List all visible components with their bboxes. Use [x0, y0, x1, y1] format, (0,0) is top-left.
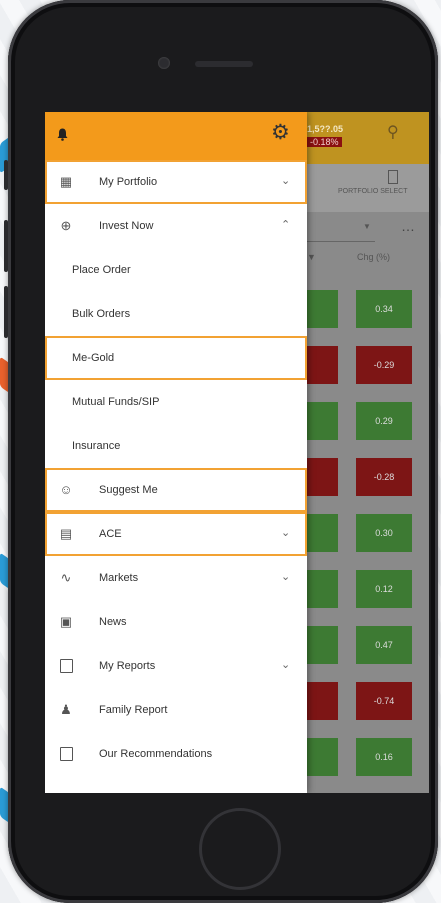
menu-item-news[interactable]: ▣ News [45, 600, 307, 644]
chevron-down-icon: ⌄ [281, 527, 291, 539]
bg-ltp-cell [307, 514, 338, 552]
menu-item-label: My Portfolio [99, 176, 158, 188]
chevron-up-icon: ⌃ [281, 219, 291, 231]
briefcase-icon: ▦ [59, 174, 73, 189]
menu-item-suggest-me[interactable]: ☺ Suggest Me [45, 468, 307, 512]
app-screen: 1,5??.05 -0.18% ⚲ PORTFOLIO SELECT ▼ … ▼… [45, 112, 429, 793]
menu-item-invest-now[interactable]: ⊕ Invest Now ⌃ [45, 204, 307, 248]
menu-item-label: News [99, 616, 127, 628]
menu-item-label: Family Report [99, 704, 168, 716]
earpiece-speaker [195, 61, 253, 67]
newspaper-icon: ▣ [59, 614, 73, 629]
menu-item-label: Me-Gold [72, 352, 115, 364]
gear-icon[interactable]: ⚙ [271, 122, 293, 144]
mute-switch [4, 160, 8, 190]
menu-item-label: Our Recommendations [99, 748, 213, 760]
report-icon [58, 658, 74, 674]
drawer-header: ⚙ [45, 112, 307, 160]
bg-change-cell: 0.30 [356, 514, 412, 552]
volume-up-button [4, 220, 8, 272]
line-chart-icon: ∿ [60, 570, 72, 585]
bookmark-icon [58, 746, 74, 762]
menu-subitem-bulk-orders[interactable]: Bulk Orders [45, 292, 307, 336]
bg-ltp-cell [307, 290, 338, 328]
bg-ltp-cell [307, 458, 338, 496]
bg-change-cell: -0.28 [356, 458, 412, 496]
navigation-drawer: ⚙ ▦ My Portfolio ⌄ ⊕ Invest Now ⌃ Place … [45, 112, 307, 793]
menu-item-label: Place Order [72, 264, 131, 276]
menu-item-family-report[interactable]: ♟ Family Report [45, 688, 307, 732]
menu-subitem-mutual-funds-sip[interactable]: Mutual Funds/SIP [45, 380, 307, 424]
menu-item-label: Suggest Me [99, 484, 158, 496]
menu-item-my-reports[interactable]: My Reports ⌄ [45, 644, 307, 688]
search-icon[interactable]: ⚲ [387, 122, 399, 142]
phone-frame: 1,5??.05 -0.18% ⚲ PORTFOLIO SELECT ▼ … ▼… [4, 0, 438, 903]
bg-change-cell: 0.16 [356, 738, 412, 776]
bg-ltp-cell [307, 570, 338, 608]
bell-icon[interactable] [57, 128, 68, 141]
menu-item-ace[interactable]: ▤ ACE ⌄ [45, 512, 307, 556]
chevron-down-icon: ⌄ [281, 659, 291, 671]
bg-index-value: 1,5??.05 [307, 124, 344, 134]
bg-col-header-ltp[interactable]: ▼ [307, 252, 316, 262]
menu-item-label: ACE [99, 528, 122, 540]
portfolio-select-label[interactable]: PORTFOLIO SELECT [338, 188, 408, 195]
chevron-down-icon: ⌄ [281, 571, 291, 583]
bg-ltp-cell [307, 626, 338, 664]
menu-item-label: My Reports [99, 660, 156, 672]
stage-background: 1,5??.05 -0.18% ⚲ PORTFOLIO SELECT ▼ … ▼… [0, 0, 441, 903]
drawer-menu: ▦ My Portfolio ⌄ ⊕ Invest Now ⌃ Place Or… [45, 160, 307, 776]
bg-change-cell: 0.12 [356, 570, 412, 608]
family-icon: ♟ [60, 702, 72, 717]
portfolio-select-icon[interactable] [388, 170, 398, 184]
menu-item-our-recommendations[interactable]: Our Recommendations [45, 732, 307, 776]
people-chart-icon: ☺ [59, 482, 73, 497]
coins-icon: ⊕ [60, 218, 72, 233]
home-button[interactable] [199, 808, 281, 890]
bg-change-cell: -0.29 [356, 346, 412, 384]
chart-board-icon: ▤ [59, 526, 73, 541]
bg-change-cell: 0.34 [356, 290, 412, 328]
menu-subitem-place-order[interactable]: Place Order [45, 248, 307, 292]
menu-item-label: Invest Now [99, 220, 154, 232]
volume-down-button [4, 286, 8, 338]
menu-item-my-portfolio[interactable]: ▦ My Portfolio ⌄ [45, 160, 307, 204]
menu-item-label: Insurance [72, 440, 121, 452]
chevron-down-icon: ▼ [363, 222, 371, 231]
menu-item-label: Bulk Orders [72, 308, 131, 320]
bg-ltp-cell [307, 682, 338, 720]
bg-change-cell: 0.29 [356, 402, 412, 440]
menu-subitem-insurance[interactable]: Insurance [45, 424, 307, 468]
menu-item-label: Markets [99, 572, 139, 584]
bg-ltp-cell [307, 402, 338, 440]
bg-col-header-chg[interactable]: Chg (%) [357, 252, 390, 262]
bg-ltp-cell [307, 346, 338, 384]
chevron-down-icon: ⌄ [281, 175, 291, 187]
menu-item-label: Mutual Funds/SIP [72, 396, 160, 408]
menu-item-markets[interactable]: ∿ Markets ⌄ [45, 556, 307, 600]
menu-subitem-me-gold[interactable]: Me-Gold [45, 336, 307, 380]
front-camera [158, 57, 170, 69]
more-icon[interactable]: … [401, 218, 415, 234]
bg-index-change: -0.18% [307, 137, 342, 147]
bg-ltp-cell [307, 738, 338, 776]
bg-change-cell: -0.74 [356, 682, 412, 720]
bg-change-cell: 0.47 [356, 626, 412, 664]
